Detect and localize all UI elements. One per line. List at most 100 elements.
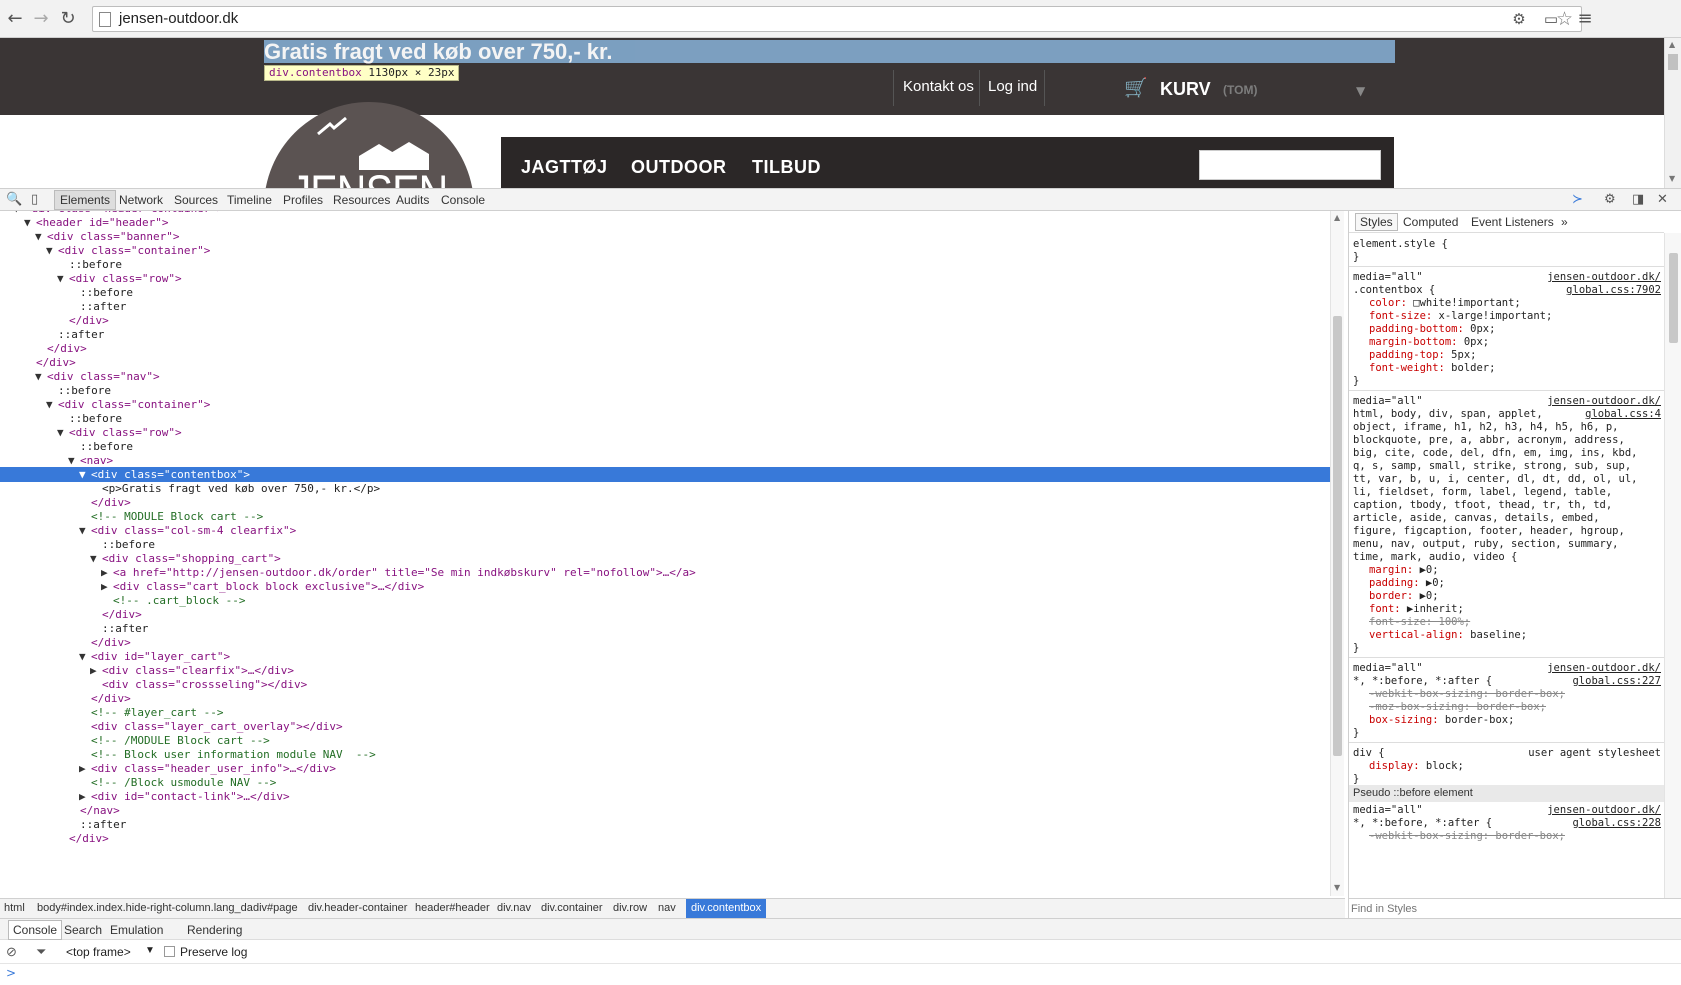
tab-resources[interactable]: Resources (333, 193, 390, 207)
contact-link[interactable]: Kontakt os (903, 78, 974, 95)
css-property[interactable]: font-weight: bolder; (1349, 361, 1664, 375)
css-property[interactable]: font-size: 100%; (1349, 615, 1664, 629)
extension-icon[interactable]: ⚙ (1508, 8, 1530, 30)
dom-node[interactable]: ▼ <div class="col-sm-4 clearfix"> (0, 523, 1330, 538)
tab-audits[interactable]: Audits (396, 193, 429, 207)
css-property[interactable]: -webkit-box-sizing: border-box; (1349, 829, 1664, 843)
scroll-up-icon[interactable]: ▲ (1334, 213, 1340, 222)
dom-node[interactable]: ▼ <div class="row"> (0, 425, 1330, 440)
dom-node[interactable]: ▼ <header id="header"> (0, 215, 1330, 230)
breadcrumb-item[interactable]: nav (658, 902, 676, 914)
frame-select[interactable]: <top frame> (66, 945, 131, 959)
breadcrumb-item[interactable]: html (4, 902, 25, 914)
tab-elements[interactable]: Elements (54, 190, 117, 210)
collapsed-triangle-icon[interactable]: ▶ (90, 663, 102, 678)
dom-node[interactable]: <!-- Block user information module NAV -… (0, 747, 1330, 762)
breadcrumb-item[interactable]: body#index.index.hide-right-column.lang_… (37, 902, 253, 914)
expanded-triangle-icon[interactable]: ▼ (57, 425, 69, 440)
dom-node[interactable]: <!-- #layer_cart --> (0, 705, 1330, 720)
close-icon[interactable]: ✕ (1657, 192, 1668, 207)
stylesheet-source-link[interactable]: global.css:7902 (1566, 283, 1661, 297)
dom-node[interactable]: </div> (0, 313, 1330, 328)
dom-node[interactable]: ▶ <div class="cart_block block exclusive"… (0, 579, 1330, 594)
nav-item-outdoor[interactable]: OUTDOOR (631, 157, 727, 178)
expanded-triangle-icon[interactable]: ▼ (46, 243, 58, 258)
nav-item-tilbud[interactable]: TILBUD (752, 157, 821, 178)
dom-node[interactable]: <p>Gratis fragt ved køb over 750,- kr.</… (0, 481, 1330, 496)
dom-node[interactable]: ▼ <div class="shopping_cart"> (0, 551, 1330, 566)
scroll-up-icon[interactable]: ▲ (1669, 40, 1675, 49)
dom-node[interactable]: ▶ <div class="header_user_info">…</div> (0, 761, 1330, 776)
breadcrumb-item[interactable]: div.contentbox (686, 899, 767, 918)
dom-node[interactable]: ▼ <div class="nav"> (0, 369, 1330, 384)
dom-node[interactable]: ▼ <nav> (0, 453, 1330, 468)
styles-scrollbar[interactable] (1664, 233, 1681, 898)
expanded-triangle-icon[interactable]: ▼ (46, 397, 58, 412)
stylesheet-source-link[interactable]: jensen-outdoor.dk/ (1547, 661, 1661, 675)
expanded-triangle-icon[interactable]: ▼ (35, 369, 47, 384)
css-property[interactable]: display: block; (1349, 759, 1664, 773)
filter-icon[interactable]: ⏷ (36, 944, 46, 960)
dom-node[interactable]: ::after (0, 621, 1330, 636)
collapsed-triangle-icon[interactable]: ▶ (79, 789, 91, 804)
cart-icon[interactable]: 🛒 (1124, 76, 1148, 99)
dom-node[interactable]: ::before (0, 411, 1330, 426)
css-property[interactable]: box-sizing: border-box; (1349, 713, 1664, 727)
css-property[interactable]: padding-bottom: 0px; (1349, 322, 1664, 336)
expanded-triangle-icon[interactable]: ▼ (57, 271, 69, 286)
dom-node[interactable]: <!-- MODULE Block cart --> (0, 509, 1330, 524)
clear-console-icon[interactable]: ⊘ (6, 944, 17, 960)
dom-node[interactable]: <!-- /Block usmodule NAV --> (0, 775, 1330, 790)
stylesheet-source-link[interactable]: global.css:227 (1572, 674, 1661, 688)
address-bar[interactable]: jensen-outdoor.dk ☆ (92, 6, 1582, 32)
tab-network[interactable]: Network (119, 193, 163, 207)
forward-icon[interactable]: → (30, 8, 52, 30)
dom-node[interactable]: </div> (0, 495, 1330, 510)
expanded-triangle-icon[interactable]: ▼ (35, 229, 47, 244)
expanded-triangle-icon[interactable]: ▼ (79, 467, 91, 482)
drawer-tab-emulation[interactable]: Emulation (110, 923, 163, 937)
stylesheet-source-link[interactable]: jensen-outdoor.dk/ (1547, 270, 1661, 284)
scroll-down-icon[interactable]: ▼ (1334, 883, 1340, 892)
css-property[interactable]: vertical-align: baseline; (1349, 628, 1664, 642)
expanded-triangle-icon[interactable]: ▼ (24, 215, 36, 230)
dom-node[interactable]: ::after (0, 299, 1330, 314)
tab-timeline[interactable]: Timeline (227, 193, 272, 207)
stylesheet-source-link[interactable]: user agent stylesheet (1528, 746, 1661, 760)
preserve-log-checkbox[interactable] (164, 946, 175, 957)
css-property[interactable]: -moz-box-sizing: border-box; (1349, 700, 1664, 714)
css-property[interactable]: padding: ▶0; (1349, 576, 1664, 590)
back-icon[interactable]: ← (4, 8, 26, 30)
breadcrumb-item[interactable]: header#header (415, 902, 490, 914)
dom-node[interactable]: </nav> (0, 803, 1330, 818)
dom-node[interactable]: ▼ <div class="row"> (0, 271, 1330, 286)
tab-event-listeners[interactable]: Event Listeners (1471, 215, 1554, 229)
css-property[interactable]: margin-bottom: 0px; (1349, 335, 1664, 349)
css-property[interactable]: border: ▶0; (1349, 589, 1664, 603)
dom-node[interactable]: ::before (0, 285, 1330, 300)
cart-label[interactable]: KURV (1160, 79, 1211, 100)
dom-node[interactable]: ::after (0, 327, 1330, 342)
dom-node[interactable]: ▼ <div class="container"> (0, 397, 1330, 412)
dom-node[interactable]: <!-- /MODULE Block cart --> (0, 733, 1330, 748)
find-in-styles[interactable] (1348, 898, 1681, 918)
breadcrumb-item[interactable]: div.header-container (308, 902, 407, 914)
gear-icon[interactable]: ⚙ (1604, 192, 1616, 207)
css-property[interactable]: font: ▶inherit; (1349, 602, 1664, 616)
dom-node[interactable]: ▶ <div id="contact-link">…</div> (0, 789, 1330, 804)
dom-node[interactable]: ::before (0, 537, 1330, 552)
css-property[interactable]: margin: ▶0; (1349, 563, 1664, 577)
dom-node[interactable]: </div> (0, 831, 1330, 846)
login-link[interactable]: Log ind (988, 78, 1037, 95)
stylesheet-source-link[interactable]: jensen-outdoor.dk/ (1547, 394, 1661, 408)
collapsed-triangle-icon[interactable]: ▶ (101, 579, 113, 594)
stylesheet-source-link[interactable]: global.css:4 (1585, 407, 1661, 421)
chevron-down-icon[interactable]: ▼ (145, 945, 155, 956)
dom-node[interactable]: ::before (0, 257, 1330, 272)
css-property[interactable]: -webkit-box-sizing: border-box; (1349, 687, 1664, 701)
stylesheet-source-link[interactable]: global.css:228 (1572, 816, 1661, 830)
drawer-toggle-icon[interactable]: ≻ (1572, 192, 1583, 207)
collapsed-triangle-icon[interactable]: ▶ (79, 761, 91, 776)
console-prompt[interactable]: > (6, 966, 16, 980)
dom-node[interactable]: </div> (0, 355, 1330, 370)
